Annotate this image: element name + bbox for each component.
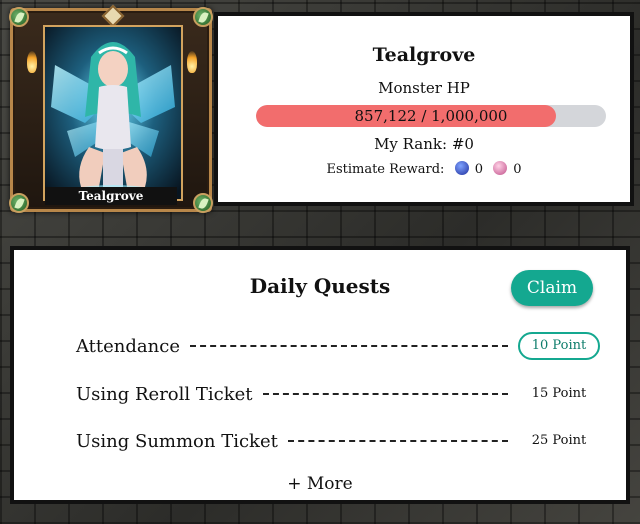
hp-bar: 857,122 / 1,000,000	[256, 105, 606, 127]
my-rank: My Rank: #0	[374, 135, 474, 153]
boss-portrait	[43, 25, 183, 201]
boss-name: Tealgrove	[372, 44, 476, 66]
boss-card-name: Tealgrove	[45, 187, 177, 205]
blue-coin-icon	[454, 161, 469, 175]
flame-ornament	[27, 51, 37, 73]
flame-ornament	[187, 51, 197, 73]
leaf-emblem-icon	[9, 7, 29, 27]
reward-coin-value: 0	[474, 162, 483, 177]
quest-name: Using Summon Ticket	[76, 430, 278, 452]
daily-quests-panel: Daily Quests Claim Attendance 10 Point U…	[10, 246, 630, 504]
quest-row: Using Reroll Ticket 15 Point	[76, 379, 600, 409]
leaf-emblem-icon	[193, 7, 213, 27]
boss-card[interactable]: Tealgrove	[9, 4, 213, 213]
claim-button[interactable]: Claim	[511, 270, 593, 306]
quest-name: Using Reroll Ticket	[76, 383, 253, 405]
quest-points: 15 Point	[531, 386, 587, 401]
quest-row: Using Summon Ticket 25 Point	[76, 426, 600, 456]
quest-divider	[287, 440, 508, 442]
pink-gem-icon	[493, 161, 508, 175]
quest-divider	[189, 345, 508, 347]
quest-divider	[262, 393, 508, 395]
reward-label: Estimate Reward:	[326, 162, 445, 177]
leaf-emblem-icon	[193, 193, 213, 213]
frame-gem-ornament	[101, 4, 125, 28]
leaf-emblem-icon	[9, 193, 29, 213]
quest-points-badge[interactable]: 10 Point	[518, 332, 600, 360]
hp-value: 857,122 / 1,000,000	[354, 107, 508, 125]
more-quests-link[interactable]: + More	[14, 474, 626, 494]
estimate-reward: Estimate Reward: 0 0	[218, 161, 630, 177]
quest-name: Attendance	[76, 335, 180, 357]
quest-points: 25 Point	[531, 433, 587, 448]
hp-label: Monster HP	[378, 79, 470, 97]
boss-info-panel: Tealgrove Monster HP 857,122 / 1,000,000…	[214, 12, 634, 206]
quest-row: Attendance 10 Point	[76, 331, 600, 361]
reward-gem-value: 0	[513, 162, 522, 177]
